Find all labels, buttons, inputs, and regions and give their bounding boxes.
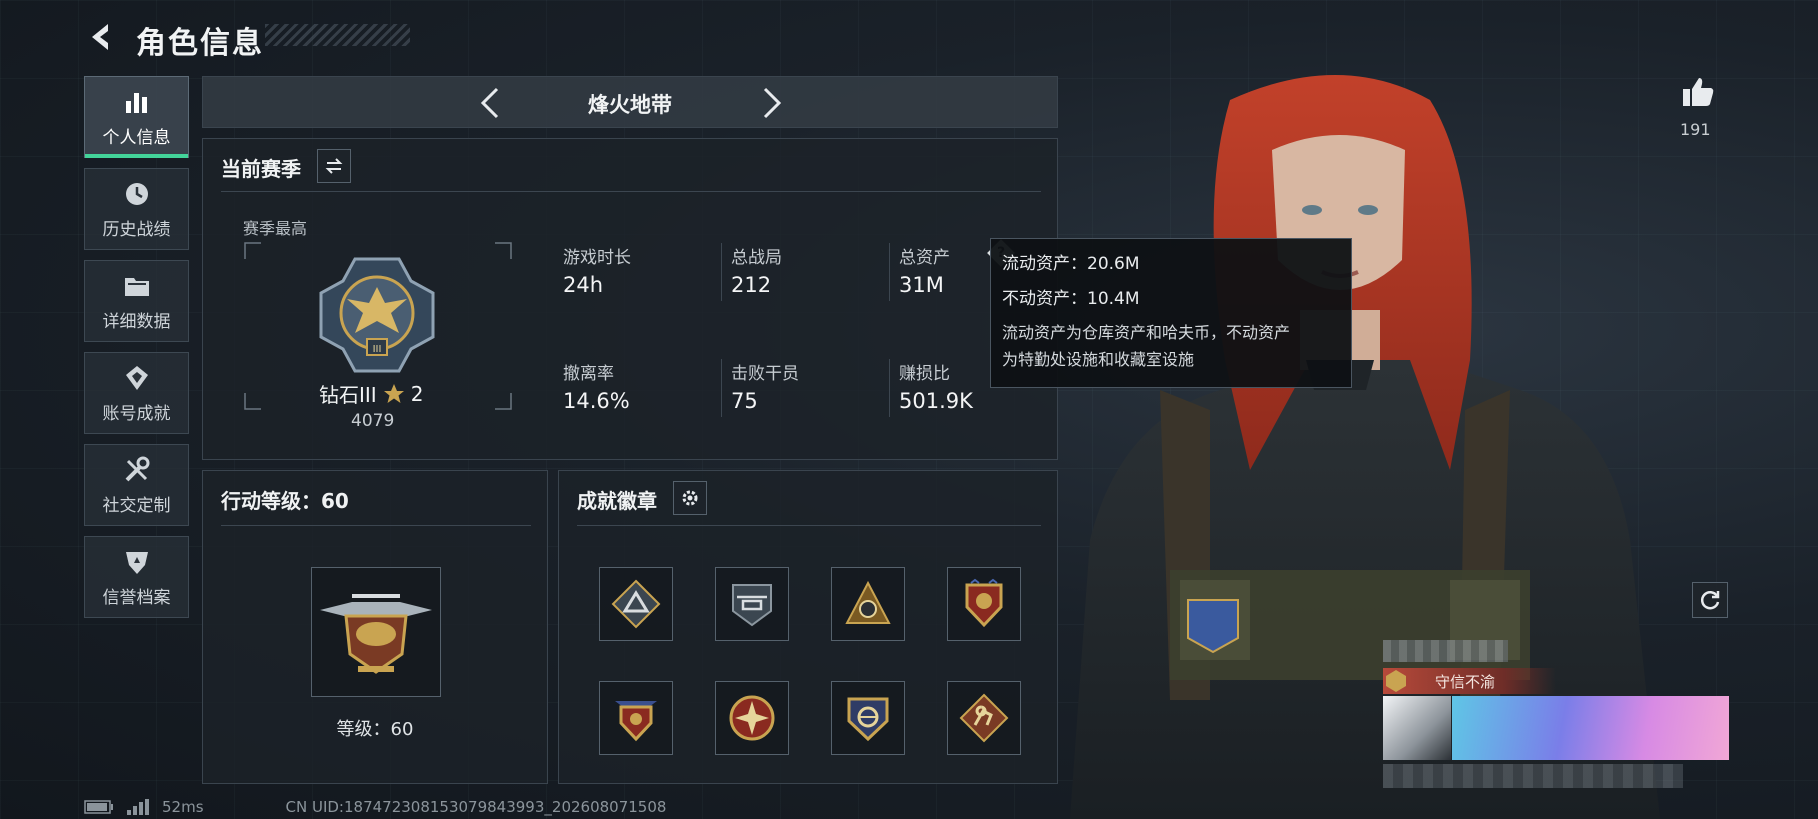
nav-history[interactable]: 历史战绩 bbox=[84, 168, 189, 250]
bar-chart-icon bbox=[125, 92, 147, 113]
divider bbox=[889, 243, 890, 301]
stat-label-total-matches: 总战局 bbox=[731, 248, 782, 268]
signal-icon bbox=[127, 799, 149, 815]
folder-icon bbox=[124, 277, 149, 296]
back-arrow-icon[interactable] bbox=[84, 20, 118, 54]
stat-label-playtime: 游戏时长 bbox=[563, 248, 631, 268]
badge-slot[interactable] bbox=[831, 567, 905, 641]
thumbs-up-icon[interactable] bbox=[1680, 74, 1716, 110]
rank-line: 钻石III 2 bbox=[319, 379, 423, 408]
nav-credit-record[interactable]: 信誉档案 bbox=[84, 536, 189, 618]
next-mode-arrow-icon[interactable] bbox=[753, 83, 789, 123]
pyramid-badge-icon bbox=[845, 580, 891, 624]
season-best-label: 赛季最高 bbox=[243, 219, 308, 238]
diamond-rank-emblem-icon: III bbox=[319, 257, 435, 373]
triangle-badge-icon bbox=[611, 579, 661, 629]
nav-label: 历史战绩 bbox=[102, 219, 171, 240]
stat-value-total-assets: 31M bbox=[899, 273, 944, 297]
shield-star-badge-icon bbox=[615, 701, 657, 742]
badge-slot[interactable] bbox=[715, 681, 789, 755]
stat-label-profit-loss: 赚损比 bbox=[899, 364, 950, 384]
blurred-player-info bbox=[1383, 764, 1683, 788]
nav-achievements[interactable]: 账号成就 bbox=[84, 352, 189, 434]
gear-icon bbox=[682, 490, 698, 506]
emblem-badge-icon bbox=[847, 697, 889, 742]
badge-slot[interactable] bbox=[599, 567, 673, 641]
nav-label: 社交定制 bbox=[102, 495, 171, 516]
switch-season-button[interactable] bbox=[317, 149, 351, 183]
mode-name: 烽火地带 bbox=[588, 93, 672, 117]
credit-title-banner: 守信不渝 bbox=[1383, 668, 1556, 694]
shield-badge-icon bbox=[125, 551, 148, 574]
rank-stars: 2 bbox=[410, 381, 424, 406]
rank-name: 钻石III bbox=[319, 383, 377, 407]
mode-selector: 烽火地带 bbox=[202, 76, 1058, 128]
refresh-icon bbox=[1700, 591, 1720, 610]
season-title: 当前赛季 bbox=[221, 157, 301, 181]
stat-label-operators-defeated: 击败干员 bbox=[731, 364, 799, 384]
divider bbox=[221, 525, 531, 526]
action-level-panel: 行动等级：60 等级：60 bbox=[202, 470, 548, 784]
badge-slot[interactable] bbox=[599, 681, 673, 755]
nav-label: 账号成就 bbox=[102, 403, 171, 424]
battery-icon bbox=[84, 800, 113, 814]
ping-text: 52ms bbox=[162, 798, 204, 816]
svg-text:III: III bbox=[373, 344, 382, 355]
level-emblem-frame bbox=[311, 567, 441, 697]
nav-personal-info[interactable]: 个人信息 bbox=[84, 76, 189, 158]
level-label: 等级：60 bbox=[336, 719, 414, 740]
stat-value-operators-defeated: 75 bbox=[731, 389, 758, 413]
divider bbox=[577, 525, 1041, 526]
achievement-icon bbox=[125, 365, 148, 390]
helicopter-emblem-icon bbox=[320, 594, 432, 674]
tooltip-liquid-assets: 流动资产：20.6M bbox=[1002, 254, 1140, 274]
badge-settings-button[interactable] bbox=[673, 481, 707, 515]
star-icon bbox=[383, 383, 404, 403]
action-level-title: 行动等级：60 bbox=[221, 489, 349, 513]
status-bar: 52ms CN UID:1874723081530798439​93_20260… bbox=[84, 798, 666, 816]
clock-icon bbox=[125, 182, 148, 205]
badge-slot[interactable] bbox=[715, 567, 789, 641]
title-decoration bbox=[265, 24, 410, 46]
crest-badge-icon bbox=[965, 578, 1003, 628]
stat-value-total-matches: 212 bbox=[731, 273, 772, 297]
current-season-panel: 当前赛季 赛季最高 III 钻石III 2 4079 游戏时长 24h 总战局 … bbox=[202, 138, 1058, 460]
nav-label: 个人信息 bbox=[102, 127, 171, 148]
divider bbox=[221, 191, 1041, 192]
rank-score: 4079 bbox=[351, 411, 395, 431]
tools-icon bbox=[125, 456, 149, 481]
divider bbox=[889, 359, 890, 417]
achievement-badges-panel: 成就徽章 bbox=[558, 470, 1058, 784]
asset-tooltip: 流动资产：20.6M 不动资产：10.4M 流动资产为仓库资产和哈夫币，不动资产… bbox=[990, 238, 1352, 388]
helicopter-badge-icon bbox=[732, 584, 772, 627]
nav-label: 详细数据 bbox=[102, 311, 171, 332]
page-title: 角色信息 bbox=[136, 26, 264, 61]
compass-badge-icon bbox=[729, 695, 775, 741]
nav-label: 信誉档案 bbox=[102, 587, 171, 608]
like-count: 191 bbox=[1680, 120, 1711, 139]
badges-title: 成就徽章 bbox=[577, 489, 657, 513]
nav-social-custom[interactable]: 社交定制 bbox=[84, 444, 189, 526]
stat-label-extraction-rate: 撤离率 bbox=[563, 364, 614, 384]
tooltip-fixed-assets: 不动资产：10.4M bbox=[1002, 289, 1140, 309]
stat-value-profit-loss: 501.9K bbox=[899, 389, 973, 413]
soldier-badge-icon bbox=[959, 693, 1009, 743]
stat-value-extraction-rate: 14.6% bbox=[563, 389, 630, 413]
nav-detailed-data[interactable]: 详细数据 bbox=[84, 260, 189, 342]
blurred-player-name bbox=[1383, 640, 1508, 662]
stat-label-total-assets: 总资产 bbox=[899, 248, 950, 268]
player-avatar[interactable] bbox=[1383, 696, 1451, 760]
credit-title: 守信不渝 bbox=[1435, 672, 1496, 691]
rotate-character-button[interactable] bbox=[1692, 582, 1728, 618]
tooltip-description-1: 流动资产为仓库资产和哈夫币，不动资产 bbox=[1002, 323, 1291, 342]
stat-value-playtime: 24h bbox=[563, 273, 604, 297]
credit-emblem-icon bbox=[1386, 670, 1406, 692]
badge-slot[interactable] bbox=[831, 681, 905, 755]
player-namecard-banner bbox=[1452, 696, 1729, 760]
swap-icon bbox=[325, 158, 343, 174]
uid-text: CN UID:1874723081530798439​93_2026080715… bbox=[285, 798, 667, 816]
divider bbox=[721, 359, 722, 417]
divider bbox=[721, 243, 722, 301]
tooltip-description-2: 为特勤处设施和收藏室设施 bbox=[1002, 350, 1195, 369]
